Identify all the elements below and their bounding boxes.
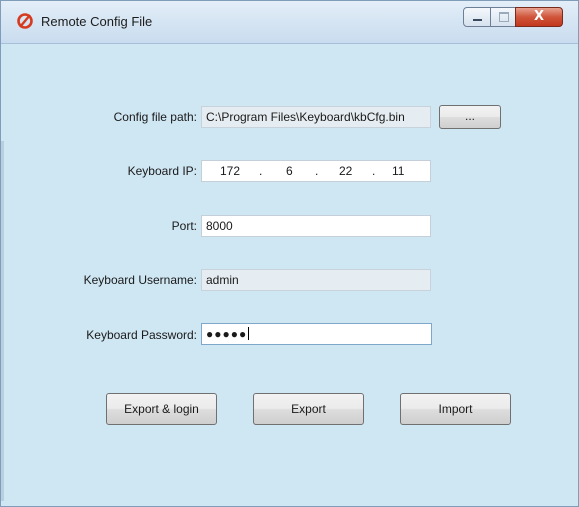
ip-separator-3: . [372,164,376,178]
port-value: 8000 [206,219,233,233]
close-icon: X [533,9,545,24]
ip-separator-1: . [259,164,263,178]
password-label: Keyboard Password: [86,328,197,342]
config-path-label: Config file path: [113,110,197,124]
maximize-icon [499,12,509,22]
keyboard-ip-label: Keyboard IP: [127,164,197,178]
browse-button[interactable]: ... [439,105,501,129]
ip-octet-4[interactable]: 11 [392,164,404,178]
app-logo-icon [17,13,33,29]
remote-config-window: Remote Config File X Config file path: C… [0,0,579,507]
minimize-button[interactable] [463,7,491,27]
window-edge-shadow [1,141,4,501]
port-label: Port: [171,219,197,233]
title-bar[interactable]: Remote Config File X [1,1,578,44]
ip-octet-3[interactable]: 22 [339,164,352,178]
maximize-button[interactable] [490,7,516,27]
ip-octet-1[interactable]: 172 [220,164,240,178]
config-path-field[interactable]: C:\Program Files\Keyboard\kbCfg.bin [201,106,431,128]
close-button[interactable]: X [515,7,563,27]
config-path-value: C:\Program Files\Keyboard\kbCfg.bin [206,110,405,124]
ip-separator-2: . [315,164,319,178]
username-label: Keyboard Username: [83,273,197,287]
port-input[interactable]: 8000 [201,215,431,237]
export-login-button[interactable]: Export & login [106,393,217,425]
import-button[interactable]: Import [400,393,511,425]
window-title: Remote Config File [41,14,153,29]
password-masked-value: ●●●●● [206,327,248,341]
username-field[interactable]: admin [201,269,431,291]
keyboard-ip-field[interactable]: 172 . 6 . 22 . 11 [201,160,431,182]
username-value: admin [206,273,239,287]
text-caret [248,327,250,340]
minimize-icon [473,19,482,21]
password-input[interactable]: ●●●●● [201,323,432,345]
ip-octet-2[interactable]: 6 [286,164,293,178]
export-button[interactable]: Export [253,393,364,425]
